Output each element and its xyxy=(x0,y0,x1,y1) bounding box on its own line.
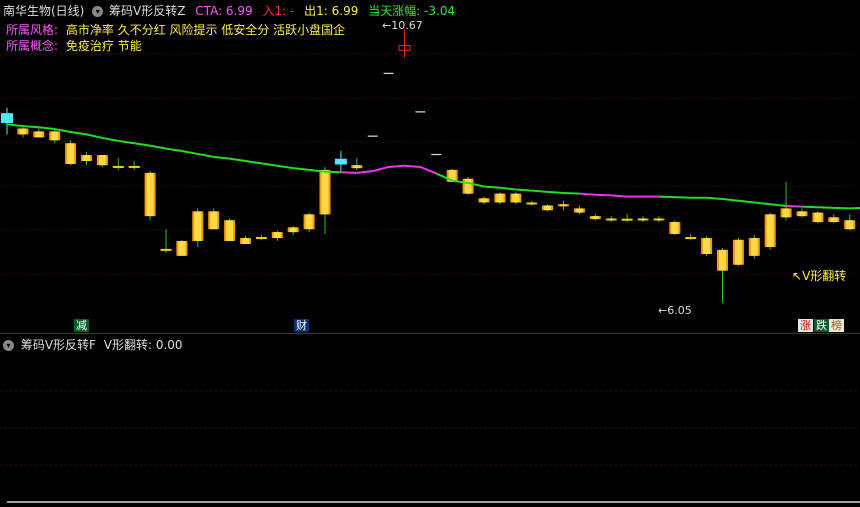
indicator-name[interactable]: 筹码V形反转Z xyxy=(109,4,185,18)
marker-cai[interactable]: 财 xyxy=(294,319,309,332)
change-value: 当天涨幅: -3.04 xyxy=(368,4,456,18)
sub-indicator-value: V形翻转: 0.00 xyxy=(103,338,183,352)
style-value: 高市净率 久不分红 风险提示 低安全分 活跃小盘国企 xyxy=(65,23,346,37)
concept-label: 所属概念: xyxy=(6,39,59,53)
concept-row: 所属概念: 免疫治疗 节能 xyxy=(6,37,142,54)
marker-bang[interactable]: 榜 xyxy=(829,319,844,332)
cta-value: CTA: 6.99 xyxy=(195,4,253,18)
stock-name[interactable]: 南华生物(日线) xyxy=(3,4,84,18)
exit-value: 出1: 6.99 xyxy=(304,4,359,18)
style-row: 所属风格: 高市净率 久不分红 风险提示 低安全分 活跃小盘国企 xyxy=(6,21,345,38)
indicator-line xyxy=(7,501,860,503)
signal-label: ↖V形翻转 xyxy=(792,269,847,283)
indicator-chart[interactable] xyxy=(0,0,860,507)
chart-header: 南华生物(日线) ▾ 筹码V形反转Z CTA: 6.99 入1: - 出1: 6… xyxy=(3,2,461,19)
sub-indicator-name[interactable]: 筹码V形反转F xyxy=(21,338,96,352)
entry-value: 入1: - xyxy=(262,4,295,18)
concept-value: 免疫治疗 节能 xyxy=(65,39,142,53)
high-price-label: ←10.67 xyxy=(382,19,423,32)
style-label: 所属风格: xyxy=(6,23,59,37)
marker-die[interactable]: 跌 xyxy=(814,319,829,332)
pointer-arrow-icon: ↖ xyxy=(792,269,803,283)
dropdown-circle-icon[interactable]: ▾ xyxy=(3,340,14,351)
marker-zhang[interactable]: 涨 xyxy=(798,319,813,332)
pointer-arrow-icon: ← xyxy=(658,304,668,317)
low-price-label: ←6.05 xyxy=(658,304,692,317)
pointer-arrow-icon: ← xyxy=(382,19,392,32)
dropdown-circle-icon[interactable]: ▾ xyxy=(92,6,104,17)
sub-header: ▾ 筹码V形反转F V形翻转: 0.00 xyxy=(3,336,183,353)
marker-jian[interactable]: 减 xyxy=(74,319,89,332)
